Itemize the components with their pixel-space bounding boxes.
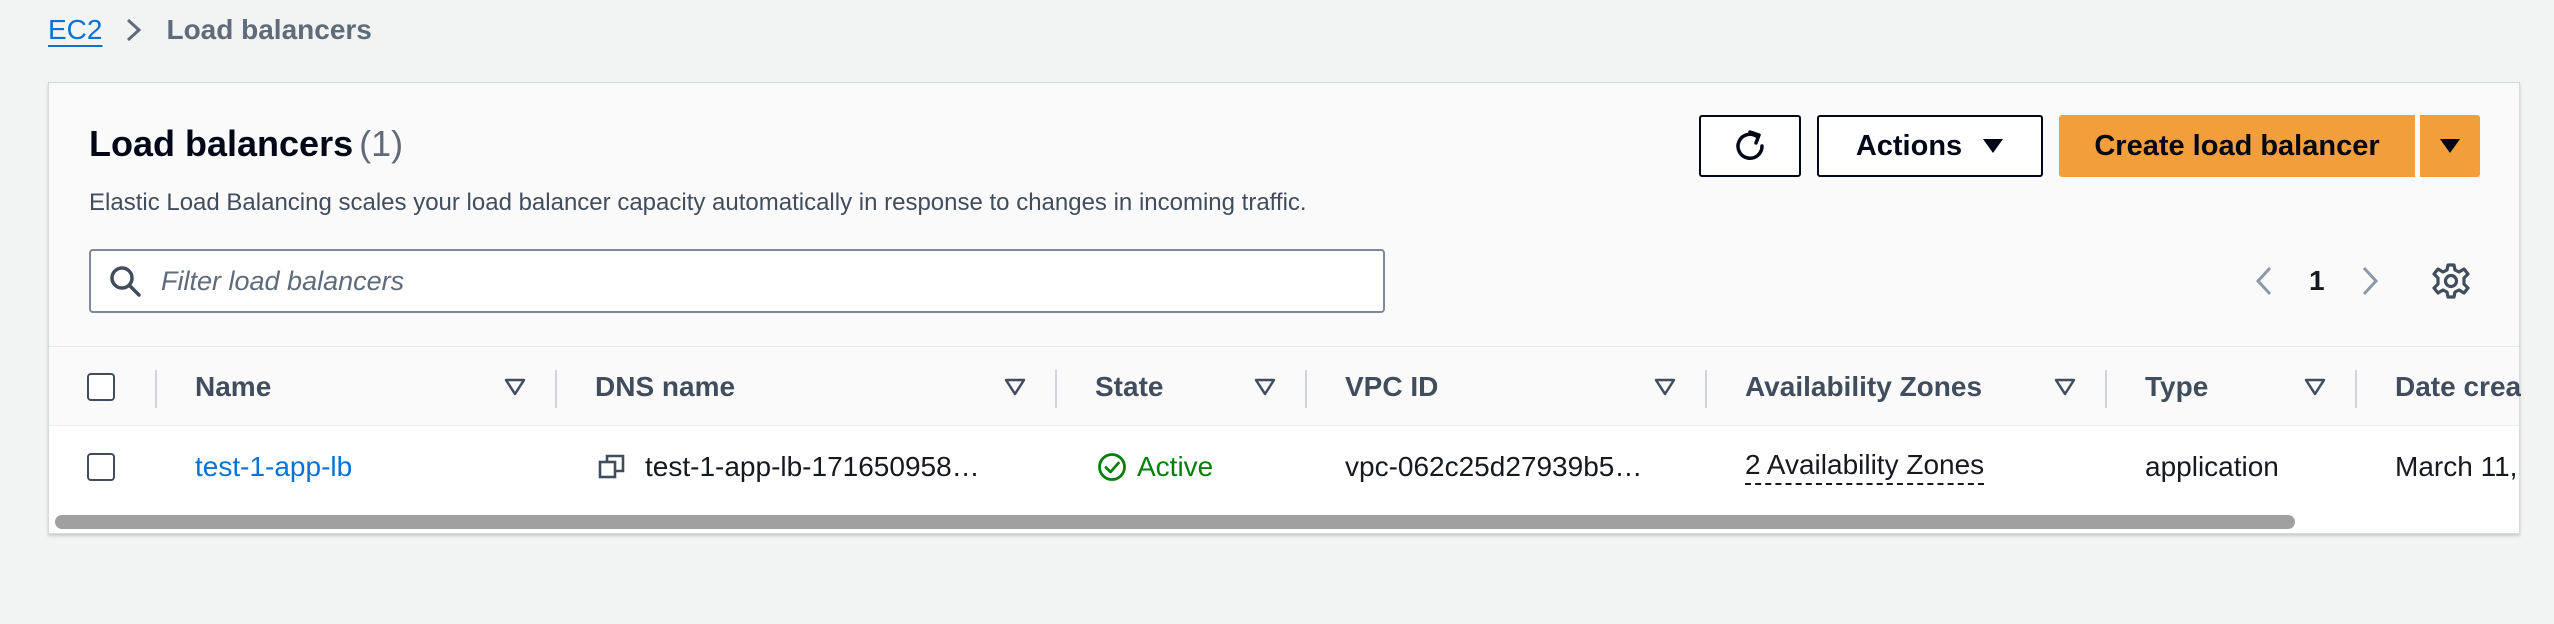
column-header-availability-zones[interactable]: Availability Zones bbox=[1745, 348, 2065, 425]
availability-zones-cell: 2 Availability Zones bbox=[1745, 427, 2095, 507]
caret-down-icon bbox=[1983, 139, 2004, 153]
breadcrumb-ec2-link[interactable]: EC2 bbox=[48, 14, 102, 46]
column-divider bbox=[155, 370, 157, 408]
chevron-right-icon bbox=[120, 16, 148, 44]
filter-search-box bbox=[89, 249, 1385, 313]
breadcrumb-current: Load balancers bbox=[166, 14, 372, 45]
refresh-icon bbox=[1736, 130, 1764, 160]
create-options-dropdown-button[interactable] bbox=[2420, 115, 2480, 177]
column-divider[interactable] bbox=[1705, 370, 1707, 408]
caret-down-icon bbox=[2440, 139, 2460, 153]
sort-caret-icon[interactable] bbox=[1254, 376, 1276, 398]
scrollbar-thumb[interactable] bbox=[55, 515, 2295, 529]
dns-name-cell: test-1-app-lb-171650958… bbox=[597, 427, 1037, 507]
availability-zones-popover-trigger[interactable]: 2 Availability Zones bbox=[1745, 449, 1985, 485]
row-select-checkbox[interactable] bbox=[87, 453, 115, 481]
column-divider[interactable] bbox=[1305, 370, 1307, 408]
copy-icon[interactable] bbox=[597, 452, 627, 482]
horizontal-scrollbar[interactable] bbox=[49, 511, 2519, 533]
sort-caret-icon[interactable] bbox=[504, 376, 526, 398]
sort-caret-icon[interactable] bbox=[1654, 376, 1676, 398]
sort-caret-icon[interactable] bbox=[2304, 376, 2326, 398]
filter-load-balancers-input[interactable] bbox=[161, 265, 1383, 297]
refresh-button[interactable] bbox=[1699, 115, 1801, 177]
page-title-text: Load balancers bbox=[89, 123, 354, 164]
column-divider[interactable] bbox=[555, 370, 557, 408]
date-created-value: March 11, bbox=[2395, 451, 2518, 482]
table-row[interactable]: test-1-app-lb test-1-app-lb-171650958… A… bbox=[49, 427, 2519, 507]
load-balancer-name-link[interactable]: test-1-app-lb bbox=[195, 427, 535, 507]
vpc-id-value: vpc-062c25d27939b5… bbox=[1345, 451, 1643, 482]
page-description: Elastic Load Balancing scales your load … bbox=[89, 189, 1307, 216]
table-header: Name DNS name State VPC ID Availability … bbox=[49, 348, 2521, 426]
search-icon bbox=[110, 266, 141, 297]
pagination: 1 bbox=[2249, 259, 2385, 303]
sort-caret-icon[interactable] bbox=[2054, 376, 2076, 398]
chevron-left-icon bbox=[2255, 266, 2272, 296]
row-select-cell bbox=[87, 427, 127, 507]
breadcrumb: EC2 Load balancers bbox=[48, 10, 372, 50]
create-load-balancer-label: Create load balancer bbox=[2094, 129, 2380, 162]
next-page-button[interactable] bbox=[2355, 261, 2385, 301]
column-divider[interactable] bbox=[2355, 370, 2357, 408]
column-header-vpc-id[interactable]: VPC ID bbox=[1345, 348, 1645, 425]
type-value: application bbox=[2145, 451, 2279, 482]
state-cell: Active bbox=[1097, 427, 1317, 507]
state-value: Active bbox=[1137, 451, 1214, 482]
panel-header: Load balancers (1) Elastic Load Balancing… bbox=[49, 83, 2519, 347]
page-title: Load balancers (1) bbox=[89, 123, 403, 165]
column-header-dns-name[interactable]: DNS name bbox=[595, 348, 895, 425]
check-circle-icon bbox=[1098, 453, 1126, 481]
column-header-name[interactable]: Name bbox=[195, 348, 445, 425]
load-balancers-panel: Load balancers (1) Elastic Load Balancing… bbox=[48, 82, 2521, 534]
select-all-cell bbox=[87, 348, 127, 425]
create-load-balancer-button[interactable]: Create load balancer bbox=[2059, 115, 2415, 177]
previous-page-button[interactable] bbox=[2249, 261, 2279, 301]
actions-label: Actions bbox=[1855, 129, 1963, 162]
chevron-right-icon bbox=[2362, 266, 2378, 296]
select-all-checkbox[interactable] bbox=[87, 372, 115, 401]
sort-caret-icon[interactable] bbox=[1004, 376, 1026, 398]
table-preferences-button[interactable] bbox=[2431, 261, 2471, 301]
column-divider[interactable] bbox=[2105, 370, 2107, 408]
gear-icon bbox=[2432, 263, 2470, 299]
resource-count: (1) bbox=[359, 123, 404, 164]
current-page-number[interactable]: 1 bbox=[2309, 265, 2325, 297]
actions-dropdown-button[interactable]: Actions bbox=[1817, 115, 2043, 177]
dns-name-value: test-1-app-lb-171650958… bbox=[645, 451, 980, 482]
column-header-date-created[interactable]: Date crea bbox=[2395, 348, 2521, 425]
column-header-state[interactable]: State bbox=[1095, 348, 1275, 425]
column-divider[interactable] bbox=[1055, 370, 1057, 408]
